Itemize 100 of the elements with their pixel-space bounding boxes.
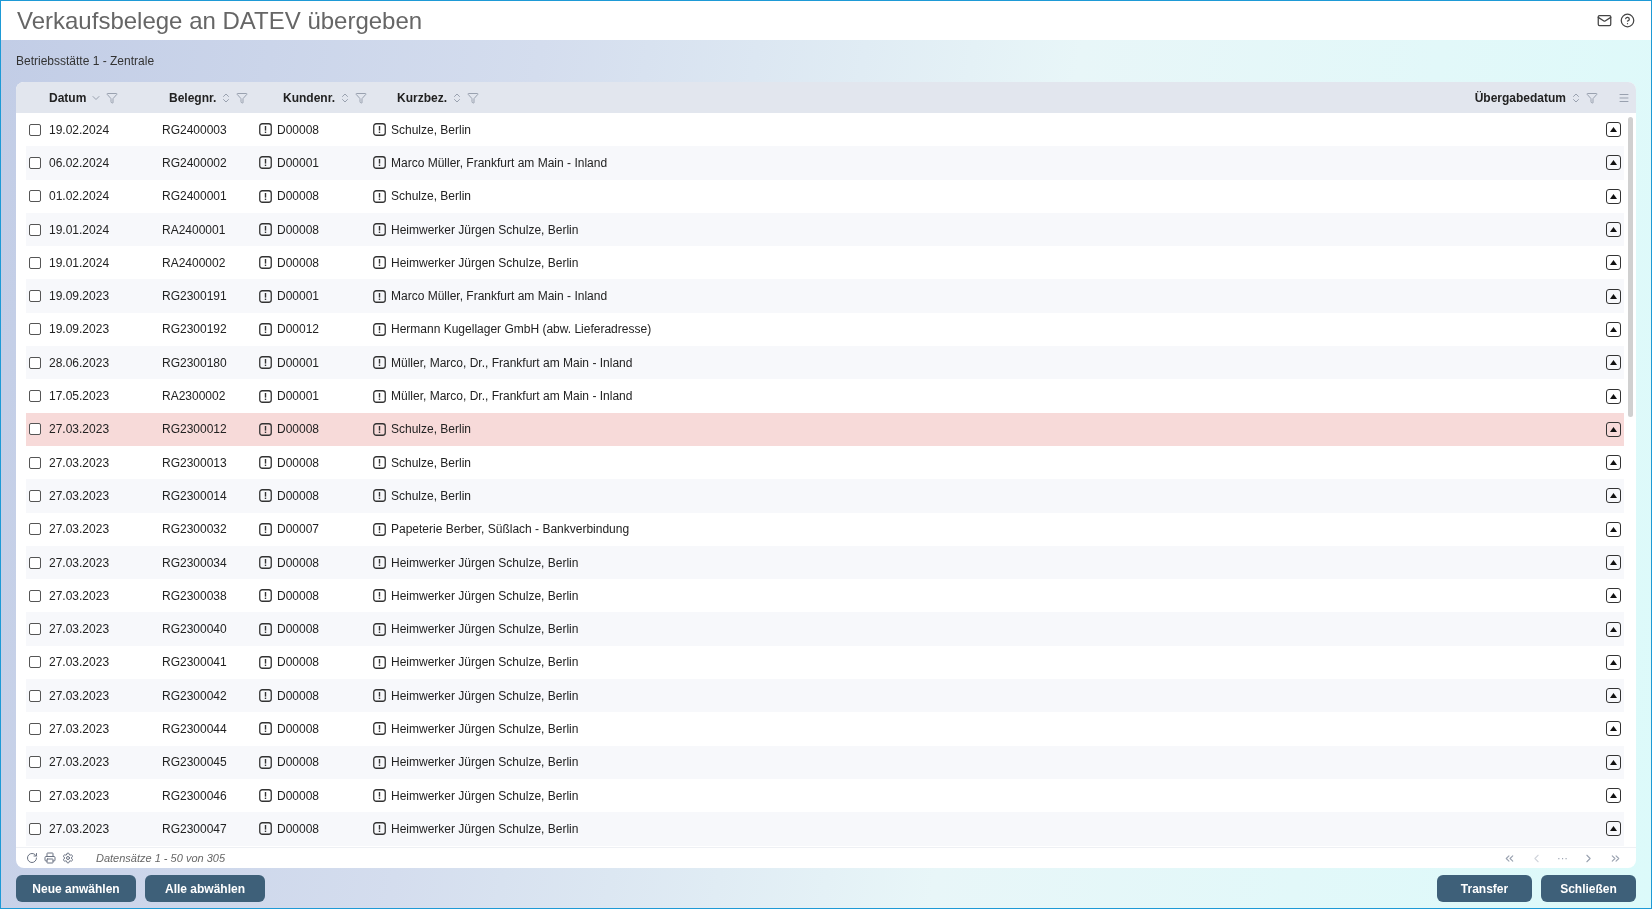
row-checkbox[interactable] [29,423,41,436]
short-name-cell-text: Heimwerker Jürgen Schulze, Berlin [391,621,579,639]
exclamation-icon [259,689,272,703]
date-cell-text: 27.03.2023 [49,820,111,838]
table-row[interactable]: 28.06.2023 RG2300180 D00001 Müller, Marco, Dr., Frankfurt am Main - Inland [26,346,1624,380]
short-name-cell-text: Heimwerker Jürgen Schulze, Berlin [391,820,579,838]
settings-icon[interactable] [62,852,74,864]
row-checkbox[interactable] [29,756,41,769]
caret-up-icon [1610,460,1617,466]
row-checkbox[interactable] [29,323,41,336]
action-button[interactable]: Alle abwählen [145,875,265,902]
table-row[interactable]: 06.02.2024 RG2400002 D00001 Marco Müller, Frankfurt am Main - Inland [26,146,1624,180]
row-checkbox[interactable] [29,723,41,735]
row-checkbox[interactable] [29,456,41,469]
refresh-icon[interactable] [26,852,38,864]
caret-up-icon [1610,393,1617,399]
row-checkbox[interactable] [29,789,41,802]
expand-button[interactable] [1606,588,1621,604]
short-name-cell-text: Heimwerker Jürgen Schulze, Berlin [391,754,579,772]
expand-button[interactable] [1606,754,1621,770]
customer-number-cell-text: D00001 [277,154,320,172]
expand-button[interactable] [1606,721,1621,737]
row-checkbox[interactable] [29,190,41,203]
table-row[interactable]: 27.03.2023 RG2300040 D00008 Heimwerker Jürgen Schulze, Berlin [26,612,1624,646]
column-header[interactable]: Übergabedatum [1474,88,1566,107]
table-row[interactable]: 27.03.2023 RG2300034 D00008 Heimwerker Jürgen Schulze, Berlin [26,545,1624,580]
customer-number-cell-text: D00008 [277,487,320,505]
exclamation-icon [373,489,386,503]
print-icon[interactable] [44,852,56,864]
column-header[interactable]: Kurzbez. [397,88,447,107]
table-row[interactable]: 27.03.2023 RG2300045 D00008 Heimwerker Jürgen Schulze, Berlin [26,745,1624,779]
exclamation-icon [259,422,272,436]
caret-up-icon [1610,826,1617,832]
action-button[interactable]: Neue anwählen [16,875,136,902]
column-header[interactable]: Kundenr. [283,88,335,107]
row-checkbox[interactable] [29,256,41,269]
column-header[interactable]: Belegnr. [169,88,217,107]
action-button[interactable]: Transfer [1437,875,1532,902]
expand-button[interactable] [1606,122,1621,138]
expand-button[interactable] [1606,654,1621,670]
exclamation-icon [373,223,386,237]
customer-number-cell-text: D00008 [277,454,320,472]
exclamation-icon [259,622,272,636]
expand-button[interactable] [1606,355,1621,371]
caret-up-icon [1610,493,1617,499]
exclamation-icon [259,389,272,403]
expand-button[interactable] [1606,388,1621,404]
scrollbar[interactable] [1627,117,1633,417]
help-icon[interactable] [1620,13,1635,28]
expand-button[interactable] [1606,488,1621,504]
row-checkbox[interactable] [29,689,41,702]
expand-button[interactable] [1606,222,1621,238]
expand-button[interactable] [1606,555,1621,570]
expand-button[interactable] [1606,255,1621,271]
row-checkbox[interactable] [29,589,41,602]
document-number-cell-text: RA2300002 [162,388,227,405]
row-checkbox[interactable] [29,290,41,303]
table-row[interactable]: 19.09.2023 RG2300191 D00001 Marco Müller, Frankfurt am Main - Inland [26,279,1624,313]
exclamation-icon [373,289,386,303]
row-checkbox[interactable] [29,223,41,236]
document-number-cell-text: RG2300038 [162,587,228,605]
row-checkbox[interactable] [29,123,41,136]
table-row[interactable]: 27.03.2023 RG2300014 D00008 Schulze, Berlin [26,479,1624,513]
row-checkbox[interactable] [29,390,41,402]
column-header[interactable]: Datum [49,88,87,107]
caret-up-icon [1610,193,1617,199]
caret-up-icon [1610,293,1617,299]
table-row[interactable]: 27.03.2023 RG2300047 D00008 Heimwerker Jürgen Schulze, Berlin [26,812,1624,846]
expand-button[interactable] [1606,155,1621,171]
date-cell-text: 17.05.2023 [49,388,111,405]
row-checkbox[interactable] [29,523,41,536]
exclamation-icon [373,322,386,336]
expand-button[interactable] [1606,688,1621,704]
expand-button[interactable] [1606,321,1621,337]
expand-button[interactable] [1606,188,1621,204]
table-row[interactable]: 19.01.2024 RA2400001 D00008 Heimwerker Jürgen Schulze, Berlin [26,212,1624,247]
expand-button[interactable] [1606,521,1621,537]
table-row[interactable]: 27.03.2023 RG2300012 D00008 Schulze, Berlin [26,412,1624,446]
row-checkbox[interactable] [29,556,41,569]
row-checkbox[interactable] [29,156,41,169]
document-number-cell-text: RG2400001 [162,188,228,206]
caret-up-icon [1610,260,1617,266]
exclamation-icon [259,822,272,836]
exclamation-icon [259,755,272,769]
action-button[interactable]: Schließen [1541,875,1636,902]
customer-number-cell-text: D00008 [277,254,320,272]
expand-button[interactable] [1606,455,1621,471]
table-row[interactable]: 27.03.2023 RG2300042 D00008 Heimwerker Jürgen Schulze, Berlin [26,679,1624,713]
row-checkbox[interactable] [29,623,41,636]
short-name-cell-text: Schulze, Berlin [391,188,472,206]
expand-button[interactable] [1606,288,1621,304]
row-checkbox[interactable] [29,489,41,502]
row-checkbox[interactable] [29,356,41,369]
row-checkbox[interactable] [29,656,41,669]
mail-icon[interactable] [1597,13,1612,28]
expand-button[interactable] [1606,621,1621,637]
row-checkbox[interactable] [29,822,41,835]
expand-button[interactable] [1606,421,1621,437]
expand-button[interactable] [1606,788,1621,804]
expand-button[interactable] [1606,821,1621,837]
